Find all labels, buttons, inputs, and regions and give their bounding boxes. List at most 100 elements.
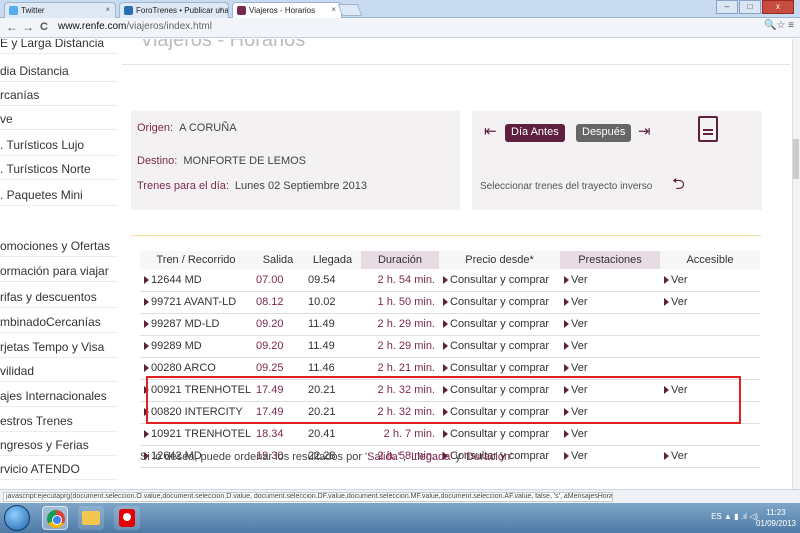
start-button[interactable] — [4, 505, 30, 531]
buy-link[interactable]: Consultar y comprar — [450, 296, 549, 308]
reload-button[interactable]: C — [40, 21, 48, 33]
new-tab-button[interactable] — [337, 4, 363, 16]
accesible-link[interactable]: Ver — [671, 296, 688, 308]
sort-hint-sep: , — [399, 451, 409, 463]
prestaciones-link[interactable]: Ver — [571, 428, 588, 440]
sidebar-item[interactable]: E y Larga Distancia — [0, 39, 118, 54]
table-row: 99289 MD 09.20 11.49 2 h. 29 min. Consultar … — [140, 335, 760, 358]
clock-time: 11:23 — [766, 508, 786, 517]
header-salida[interactable]: Salida — [252, 251, 304, 269]
next-day-button[interactable]: Después — [576, 124, 632, 142]
close-window-button[interactable]: x — [762, 0, 794, 14]
sort-by-salida-link[interactable]: 'Salida' — [365, 451, 400, 463]
accesible-link[interactable]: Ver — [671, 274, 688, 286]
train-link[interactable]: 99287 MD-LD — [151, 318, 219, 330]
buy-link[interactable]: Consultar y comprar — [450, 340, 549, 352]
accesible-link-cell — [660, 313, 760, 336]
accesible-link[interactable]: Ver — [671, 450, 688, 462]
triangle-right-icon — [564, 452, 569, 461]
triangle-right-icon — [144, 430, 149, 439]
bookmark-menu-icons[interactable]: 🔍☆ ≡ — [764, 20, 794, 31]
prestaciones-link[interactable]: Ver — [571, 274, 588, 286]
train-link[interactable]: 00280 ARCO — [151, 362, 216, 374]
sidebar-item[interactable]: . Turísticos Norte — [0, 157, 118, 180]
url-field[interactable]: www.renfe.com/viajeros/index.html — [58, 21, 212, 32]
sidebar-item[interactable]: ormación para viajar — [0, 259, 118, 282]
sidebar-item[interactable]: dia Distancia — [0, 59, 118, 82]
taskbar-explorer-button[interactable] — [78, 506, 104, 530]
train-link-cell: 10921 TRENHOTEL — [140, 423, 252, 446]
sidebar-item[interactable]: rifas y descuentos — [0, 285, 118, 308]
sidebar-item[interactable]: vilidad — [0, 359, 118, 382]
sidebar-item[interactable]: . Turísticos Lujo — [0, 133, 118, 156]
train-link[interactable]: 99721 AVANT-LD — [151, 296, 236, 308]
scrollbar-thumb[interactable] — [793, 139, 799, 179]
sidebar-item[interactable]: rcanías — [0, 83, 118, 106]
prestaciones-link[interactable]: Ver — [571, 450, 588, 462]
triangle-right-icon — [144, 364, 149, 373]
buy-link[interactable]: Consultar y comprar — [450, 274, 549, 286]
sidebar-item[interactable]: estros Trenes — [0, 409, 118, 432]
maximize-button[interactable]: □ — [739, 0, 761, 14]
sidebar-item[interactable]: mbinadoCercanías — [0, 310, 118, 333]
prestaciones-link[interactable]: Ver — [571, 318, 588, 330]
clock[interactable]: 11:23 01/09/2013 — [756, 507, 796, 529]
system-tray[interactable]: ES ▲ ▮ .ıl ◁) — [711, 512, 758, 521]
header-duracion[interactable]: Duración — [361, 251, 439, 269]
train-link[interactable]: 10921 TRENHOTEL — [151, 428, 251, 440]
duration: 2 h. 21 min. — [377, 362, 435, 374]
close-icon[interactable]: × — [331, 5, 336, 14]
taskbar-chrome-button[interactable] — [42, 506, 68, 530]
buy-link-cell: Consultar y comprar — [439, 335, 560, 358]
destination-value: MONFORTE DE LEMOS — [183, 155, 307, 167]
return-arrow-icon[interactable]: ⮌ — [672, 173, 685, 200]
triangle-right-icon — [664, 452, 669, 461]
buy-link[interactable]: Consultar y comprar — [450, 318, 549, 330]
prestaciones-link[interactable]: Ver — [571, 340, 588, 352]
inverse-trip-link[interactable]: Seleccionar trenes del trayecto inverso — [480, 181, 652, 192]
sidebar-item[interactable]: . Paquetes Mini — [0, 183, 118, 206]
close-icon[interactable]: × — [105, 5, 110, 14]
prev-day-button[interactable]: Día Antes — [505, 124, 565, 142]
sidebar-item[interactable]: ajes Internacionales — [0, 384, 118, 407]
train-link[interactable]: 12644 MD — [151, 274, 202, 286]
arrival-time-cell: 11.49 — [304, 335, 361, 358]
sidebar-item[interactable]: omociones y Ofertas — [0, 234, 118, 257]
destination-line: Destino: MONFORTE DE LEMOS — [137, 155, 306, 167]
sidebar-item[interactable]: ve — [0, 107, 118, 130]
forward-button[interactable]: → — [22, 20, 34, 34]
tab-forotrenes[interactable]: ForoTrenes • Publicar una × — [119, 2, 229, 18]
buy-link[interactable]: Consultar y comprar — [450, 362, 549, 374]
window-controls: – □ x — [716, 0, 794, 16]
train-link[interactable]: 99289 MD — [151, 340, 202, 352]
train-rows: 12644 MD 07.00 09.54 2 h. 54 min. Consultar … — [140, 269, 760, 468]
taskbar-vodafone-button[interactable] — [114, 506, 140, 530]
tab-twitter[interactable]: Twitter × — [4, 2, 116, 18]
sort-hint-sep: y — [452, 451, 464, 463]
sort-by-llegada-link[interactable]: 'Llegada' — [409, 451, 452, 463]
close-icon[interactable]: × — [218, 5, 223, 14]
table-row: 99721 AVANT-LD 08.12 10.02 1 h. 50 min. Cons… — [140, 291, 760, 314]
sidebar-item[interactable]: rvicio ATENDO — [0, 457, 118, 480]
prestaciones-link[interactable]: Ver — [571, 296, 588, 308]
arrival-time: 11.49 — [308, 340, 335, 352]
prestaciones-link[interactable]: Ver — [571, 362, 588, 374]
header-tren: Tren / Recorrido — [140, 251, 252, 269]
tab-viajeros-horarios[interactable]: Viajeros - Horarios × — [232, 2, 342, 18]
prev-day-icon[interactable]: ⇤ — [484, 122, 502, 142]
buy-link-cell: Consultar y comprar — [439, 423, 560, 446]
header-prestaciones: Prestaciones — [560, 251, 660, 269]
triangle-right-icon — [564, 298, 569, 307]
sort-by-duracion-link[interactable]: 'Duración' — [464, 451, 512, 463]
address-bar: ← → C www.renfe.com/viajeros/index.html … — [0, 18, 800, 38]
buy-link[interactable]: Consultar y comprar — [450, 428, 549, 440]
minimize-button[interactable]: – — [716, 0, 738, 14]
sidebar-item[interactable]: ngresos y Ferias — [0, 433, 118, 456]
back-button[interactable]: ← — [6, 20, 18, 34]
sidebar-item[interactable]: rjetas Tempo y Visa — [0, 335, 118, 358]
next-day-icon[interactable]: ⇥ — [638, 122, 656, 142]
header-llegada[interactable]: Llegada — [304, 251, 361, 269]
triangle-right-icon — [443, 298, 448, 307]
print-icon[interactable] — [698, 116, 718, 142]
page-scrollbar[interactable] — [792, 39, 800, 489]
